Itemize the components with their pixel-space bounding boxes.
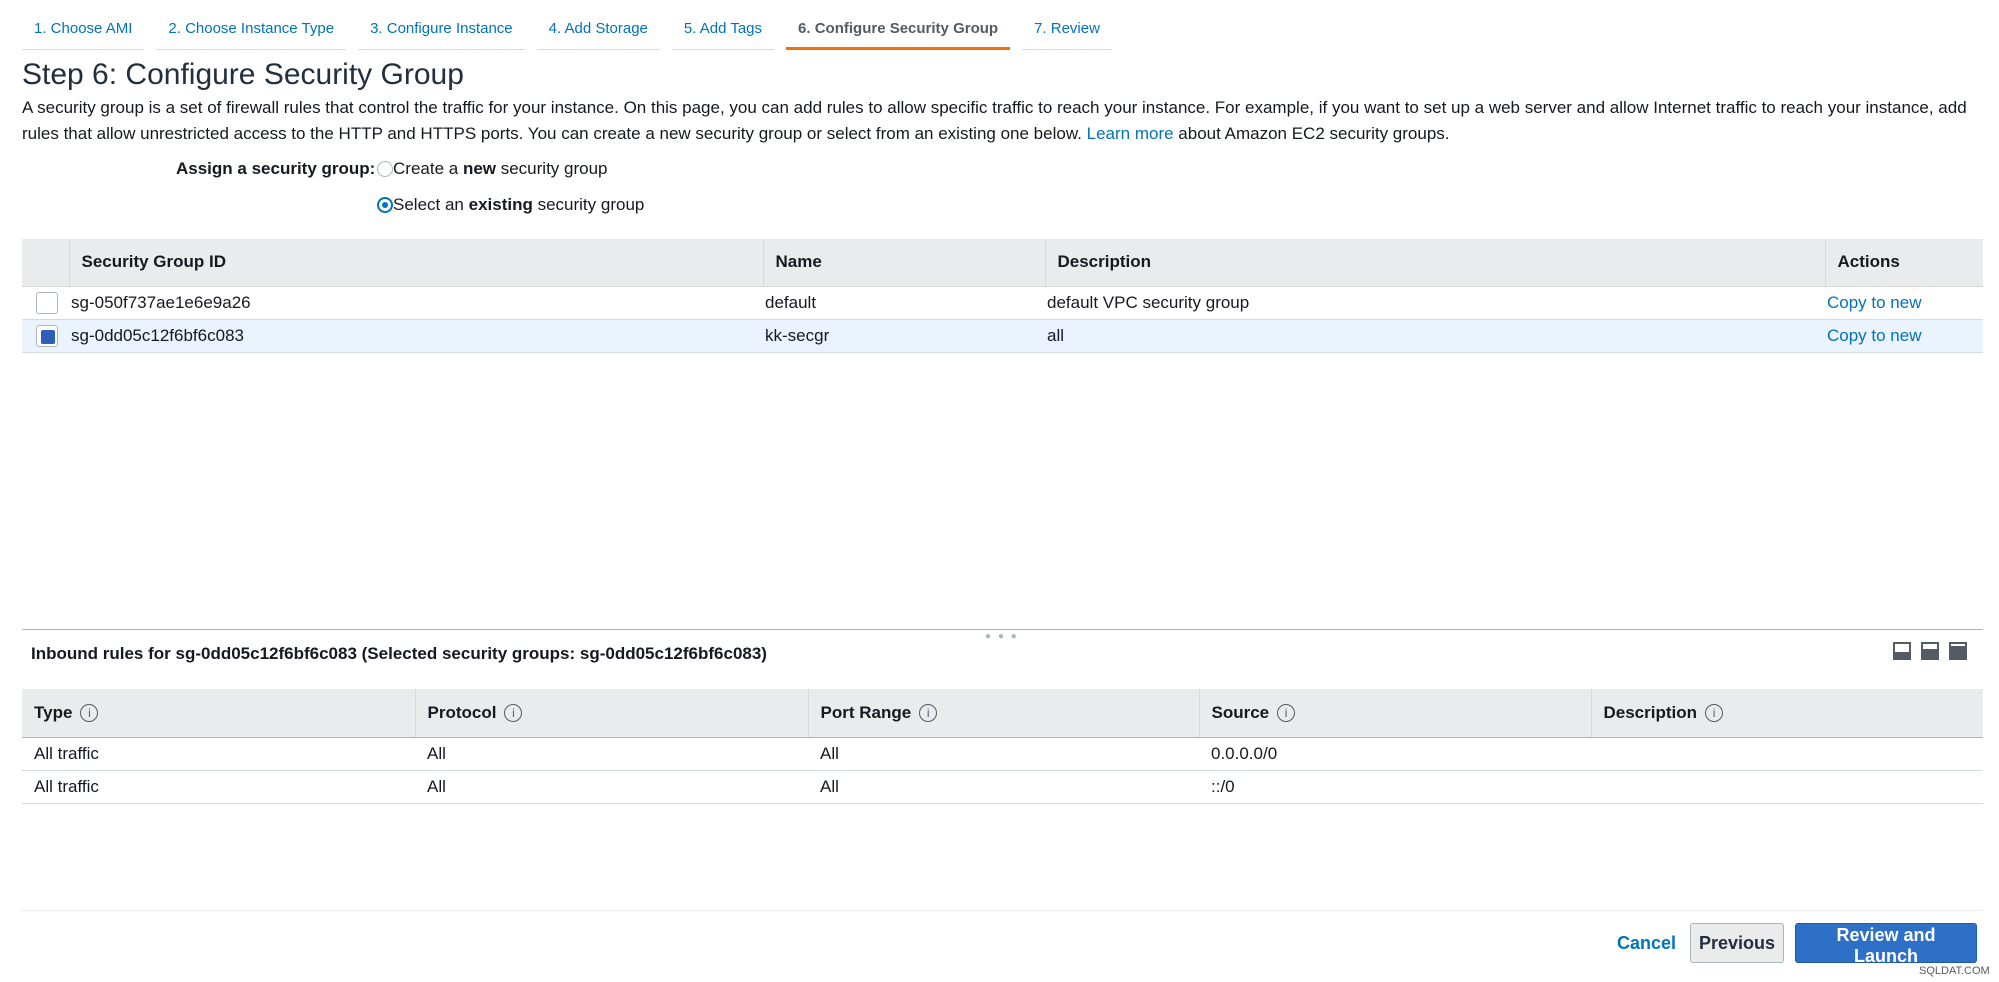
intro-suffix: about Amazon EC2 security groups. [1178, 124, 1450, 143]
cell-type: All traffic [22, 737, 415, 771]
tab-configure-instance[interactable]: 3. Configure Instance [358, 12, 525, 50]
radio-button-selected[interactable] [377, 197, 393, 213]
option-text-bold: new [462, 159, 496, 178]
security-groups-table: Security Group ID Name Description Actio… [22, 239, 1983, 353]
option-text-bold: existing [468, 195, 533, 214]
col-header-name[interactable]: Name [762, 239, 1045, 287]
tab-review[interactable]: 7. Review [1022, 12, 1112, 50]
table-row[interactable]: sg-050f737ae1e6e9a26 default default VPC… [22, 286, 1983, 320]
cell-source: ::/0 [1199, 770, 1591, 804]
cell-name: kk-secgr [763, 319, 1045, 353]
page-title: Step 6: Configure Security Group [22, 58, 464, 91]
cell-source: 0.0.0.0/0 [1199, 737, 1591, 771]
col-header-actions: Actions [1824, 239, 1983, 287]
header-text: Source [1211, 702, 1270, 722]
table-row-selected[interactable]: sg-0dd05c12f6bf6c083 kk-secgr all Copy t… [22, 319, 1983, 353]
header-text: Protocol [427, 702, 497, 722]
tab-choose-instance-type[interactable]: 2. Choose Instance Type [156, 12, 347, 50]
radio-select-existing[interactable]: Select an existing security group [377, 195, 644, 215]
table-row: All traffic All All 0.0.0.0/0 [22, 737, 1983, 771]
panel-minimize-icon[interactable] [1893, 642, 1911, 660]
panel-resize-divider[interactable] [22, 629, 1983, 630]
previous-button[interactable]: Previous [1690, 923, 1784, 963]
radio-create-new[interactable]: Create a new security group [377, 159, 608, 179]
copy-to-new-link[interactable]: Copy to new [1827, 293, 1922, 312]
wizard-tabs: 1. Choose AMI 2. Choose Instance Type 3.… [22, 12, 1124, 50]
inbound-rules-table: Type i Protocol i Port Range i Source i Desc… [22, 689, 1983, 804]
info-icon[interactable]: i [1705, 704, 1724, 723]
learn-more-link[interactable]: Learn more [1087, 124, 1174, 143]
panel-maximize-icon[interactable] [1949, 642, 1967, 660]
col-header-port-range: Port Range i [807, 689, 1199, 738]
inbound-rules-title: Inbound rules for sg-0dd05c12f6bf6c083 (… [31, 644, 767, 663]
cell-type: All traffic [22, 770, 415, 804]
info-icon[interactable]: i [919, 704, 938, 723]
panel-half-icon[interactable] [1921, 642, 1939, 660]
select-column-header [22, 239, 69, 287]
cell-name: default [763, 286, 1045, 320]
cell-description: default VPC security group [1045, 286, 1825, 320]
cell-security-group-id: sg-050f737ae1e6e9a26 [69, 286, 763, 320]
option-text: Create a [393, 159, 463, 178]
cell-protocol: All [415, 770, 808, 804]
info-icon[interactable]: i [504, 704, 523, 723]
panel-size-controls [1893, 642, 1967, 660]
cell-description [1591, 770, 1983, 804]
info-icon[interactable]: i [1277, 704, 1296, 723]
table-row: All traffic All All ::/0 [22, 770, 1983, 804]
cell-description [1591, 737, 1983, 771]
header-text: Type [34, 702, 73, 722]
option-text: security group [532, 195, 645, 214]
cell-port-range: All [808, 770, 1199, 804]
tab-add-tags[interactable]: 5. Add Tags [671, 12, 775, 50]
intro-body: A security group is a set of firewall ru… [22, 98, 1967, 143]
cell-description: all [1045, 319, 1825, 353]
tab-configure-security-group[interactable]: 6. Configure Security Group [786, 12, 1011, 50]
cancel-button[interactable]: Cancel [1617, 933, 1676, 954]
col-header-description[interactable]: Description [1044, 239, 1825, 287]
option-text: Select an [393, 195, 469, 214]
info-icon[interactable]: i [80, 704, 99, 723]
row-checkbox[interactable] [36, 291, 58, 314]
col-header-description: Description i [1590, 689, 1983, 738]
footer-divider [22, 910, 1983, 911]
cell-protocol: All [415, 737, 808, 771]
assign-security-group-label: Assign a security group: [176, 159, 376, 178]
col-header-type: Type i [22, 689, 415, 738]
header-text: Description [1603, 702, 1698, 722]
intro-text: A security group is a set of firewall ru… [22, 95, 1982, 147]
tab-add-storage[interactable]: 4. Add Storage [536, 12, 660, 50]
watermark: SQLDAT.COM [1919, 965, 1990, 977]
col-header-security-group-id[interactable]: Security Group ID [68, 239, 763, 287]
copy-to-new-link[interactable]: Copy to new [1827, 326, 1922, 345]
radio-button[interactable] [377, 161, 393, 177]
header-text: Port Range [820, 702, 912, 722]
option-text: security group [496, 159, 608, 178]
cell-security-group-id: sg-0dd05c12f6bf6c083 [69, 319, 763, 353]
col-header-protocol: Protocol i [414, 689, 808, 738]
col-header-source: Source i [1198, 689, 1591, 738]
review-and-launch-button[interactable]: Review and Launch [1795, 923, 1977, 966]
row-checkbox-checked[interactable] [36, 324, 58, 347]
resize-grip-icon[interactable]: ● ● ● [985, 631, 1019, 642]
tab-choose-ami[interactable]: 1. Choose AMI [22, 12, 145, 50]
cell-port-range: All [808, 737, 1199, 771]
